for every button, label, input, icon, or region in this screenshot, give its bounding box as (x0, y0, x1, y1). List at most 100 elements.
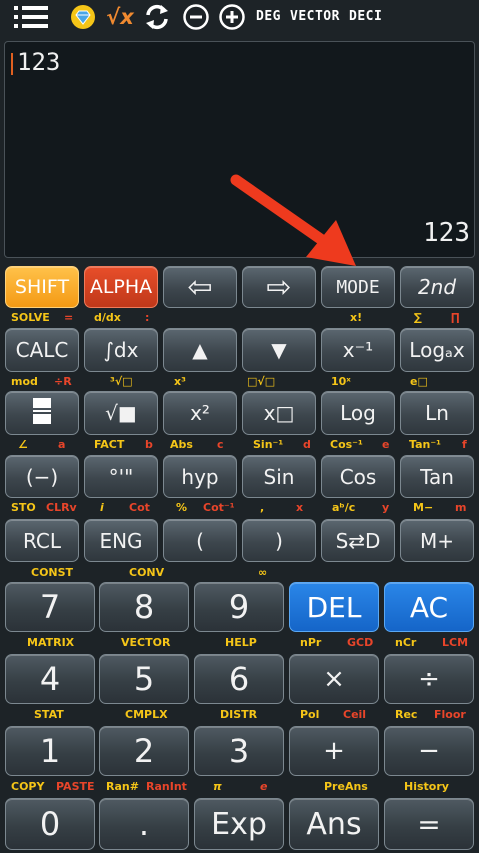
right-paren-button[interactable]: ) (242, 519, 316, 562)
ln-button[interactable]: Ln (400, 391, 474, 435)
sqrt-button[interactable]: √■ (84, 391, 158, 435)
cursor-down-button[interactable]: ▼ (242, 328, 316, 372)
fraction-button[interactable] (5, 391, 79, 435)
multiply-button[interactable]: × (289, 654, 379, 704)
decimal-point-button[interactable]: . (99, 798, 189, 850)
circle-plus-icon[interactable] (217, 3, 247, 31)
digit-2-label: 2 (133, 732, 155, 770)
cursor-right-button[interactable]: ⇨ (242, 266, 316, 308)
alpha-button[interactable]: ALPHA (84, 266, 158, 308)
rcl-label: RCL (22, 528, 61, 553)
paste-label: PASTE (56, 780, 95, 793)
equals-label: = (417, 807, 441, 841)
mode-button[interactable]: MODE (321, 266, 395, 308)
rcl-button[interactable]: RCL (5, 519, 79, 562)
digit-1-label: 1 (39, 732, 61, 770)
tan-button[interactable]: Tan (400, 455, 474, 498)
history-label: History (404, 780, 449, 793)
circle-minus-icon[interactable] (181, 3, 211, 31)
cursor-left-button[interactable]: ⇦ (163, 266, 237, 308)
ans-label: Ans (306, 806, 362, 842)
cos-label: Cos (339, 464, 377, 489)
calc-mode-indicator[interactable]: VECTOR (290, 9, 340, 24)
square-button[interactable]: x² (163, 391, 237, 435)
digit-9-button[interactable]: 9 (194, 582, 284, 632)
integral-button[interactable]: ∫dx (84, 328, 158, 372)
second-label: 2nd (417, 275, 457, 299)
angle-mode-indicator[interactable]: DEG (256, 9, 281, 24)
digit-5-button[interactable]: 5 (99, 654, 189, 704)
arccot-label: Cot⁻¹ (203, 501, 235, 514)
all-clear-button[interactable]: AC (384, 582, 474, 632)
m-plus-button[interactable]: M+ (400, 519, 474, 562)
sqrt-x-button[interactable]: √x (104, 3, 136, 31)
ln-label: Ln (425, 401, 449, 425)
digit-4-button[interactable]: 4 (5, 654, 95, 704)
second-function-button[interactable]: 2nd (400, 266, 474, 308)
fact-label: FACT (94, 438, 125, 451)
digit-7-button[interactable]: 7 (5, 582, 95, 632)
digit-8-label: 8 (133, 588, 155, 626)
var-f-label: f (462, 438, 467, 451)
shift-button[interactable]: SHIFT (5, 266, 79, 308)
diamond-icon[interactable] (68, 3, 98, 31)
matrix-label: MATRIX (27, 636, 75, 649)
negative-label: (−) (25, 464, 59, 489)
dms-button[interactable]: °'" (84, 455, 158, 498)
imaginary-label: i (100, 501, 104, 514)
minus-button[interactable]: − (384, 726, 474, 776)
abs-label: Abs (170, 438, 193, 451)
calc-button[interactable]: CALC (5, 328, 79, 372)
cos-button[interactable]: Cos (321, 455, 395, 498)
conv-label: CONV (129, 566, 165, 579)
digit-8-button[interactable]: 8 (99, 582, 189, 632)
distr-label: DISTR (220, 708, 258, 721)
s-to-d-button[interactable]: S⇄D (321, 519, 395, 562)
number-mode-indicator[interactable]: DECI (349, 9, 382, 24)
digit-2-button[interactable]: 2 (99, 726, 189, 776)
equals-button[interactable]: = (384, 798, 474, 850)
colon-label: : (145, 311, 150, 324)
const-label: CONST (31, 566, 74, 579)
plus-button[interactable]: + (289, 726, 379, 776)
xroot-label: □√□ (247, 375, 276, 388)
arctan-label: Tan⁻¹ (409, 438, 441, 451)
eng-button[interactable]: ENG (84, 519, 158, 562)
sin-button[interactable]: Sin (242, 455, 316, 498)
cursor-up-button[interactable]: ▲ (163, 328, 237, 372)
stat-label: STAT (34, 708, 64, 721)
sin-label: Sin (263, 464, 295, 489)
refresh-arrows-icon[interactable] (142, 3, 172, 31)
delete-label: DEL (306, 590, 362, 624)
divide-label: ÷ (418, 664, 440, 694)
digit-1-button[interactable]: 1 (5, 726, 95, 776)
result-text: 123 (423, 218, 470, 248)
exp-button[interactable]: Exp (194, 798, 284, 850)
clrv-label: CLRv (46, 501, 77, 514)
left-paren-label: ( (196, 528, 204, 553)
digit-0-label: 0 (39, 805, 61, 843)
negative-button[interactable]: (−) (5, 455, 79, 498)
power-button[interactable]: x□ (242, 391, 316, 435)
arccos-label: Cos⁻¹ (330, 438, 363, 451)
log-button[interactable]: Log (321, 391, 395, 435)
inverse-button[interactable]: x⁻¹ (321, 328, 395, 372)
var-y-label: y (382, 501, 390, 514)
exp-label: Exp (211, 806, 267, 842)
calculator-display[interactable]: 123 123 (4, 41, 475, 258)
left-paren-button[interactable]: ( (163, 519, 237, 562)
ncr-label: nCr (395, 636, 417, 649)
log-base-button[interactable]: Logₐx (400, 328, 474, 372)
delete-button[interactable]: DEL (289, 582, 379, 632)
hamburger-menu-icon[interactable] (14, 3, 48, 31)
digit-3-button[interactable]: 3 (194, 726, 284, 776)
digit-0-button[interactable]: 0 (5, 798, 95, 850)
euler-label: e (260, 780, 268, 793)
hyp-button[interactable]: hyp (163, 455, 237, 498)
digit-6-button[interactable]: 6 (194, 654, 284, 704)
sqrt-label: √■ (105, 401, 137, 425)
minus-label: − (418, 736, 440, 766)
mixed-fraction-label: aᵇ/c (332, 501, 356, 514)
ans-button[interactable]: Ans (289, 798, 379, 850)
divide-button[interactable]: ÷ (384, 654, 474, 704)
